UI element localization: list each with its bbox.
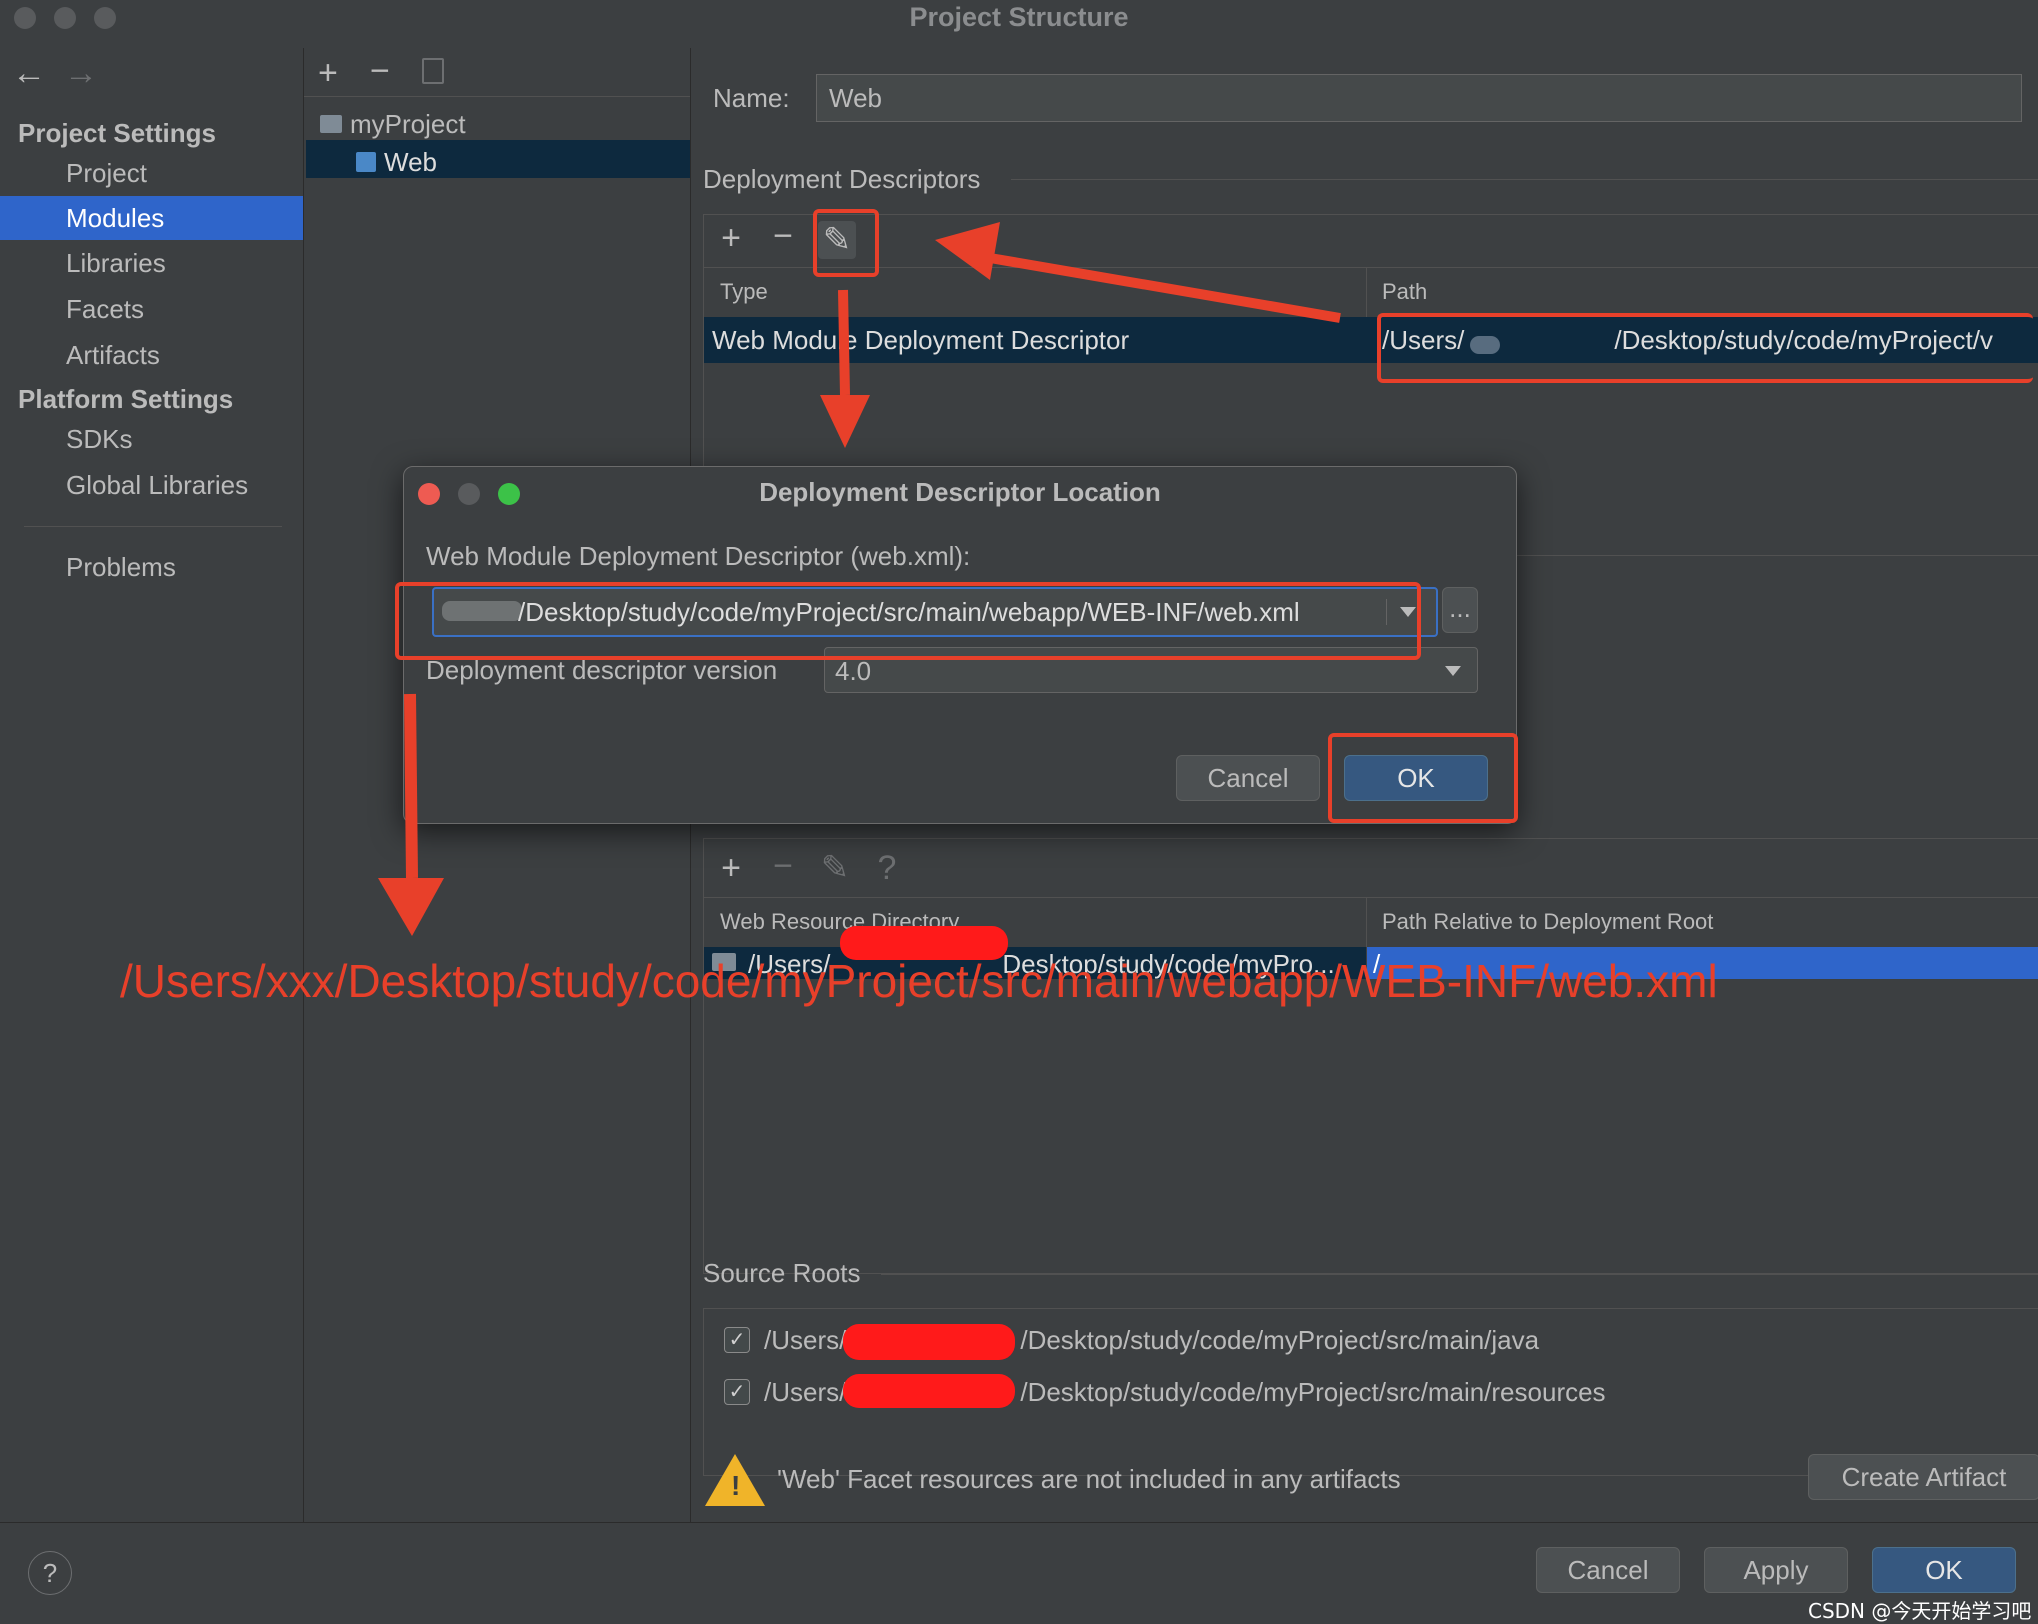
arrow-head-down-icon: [378, 878, 444, 936]
arrow-head-left-icon: [935, 222, 1000, 280]
annotation-arrows: [378, 222, 1341, 936]
annotation-path-text: /Users/xxx/Desktop/study/code/myProject/…: [120, 955, 1718, 1007]
arrow-head-down-icon: [820, 395, 870, 448]
